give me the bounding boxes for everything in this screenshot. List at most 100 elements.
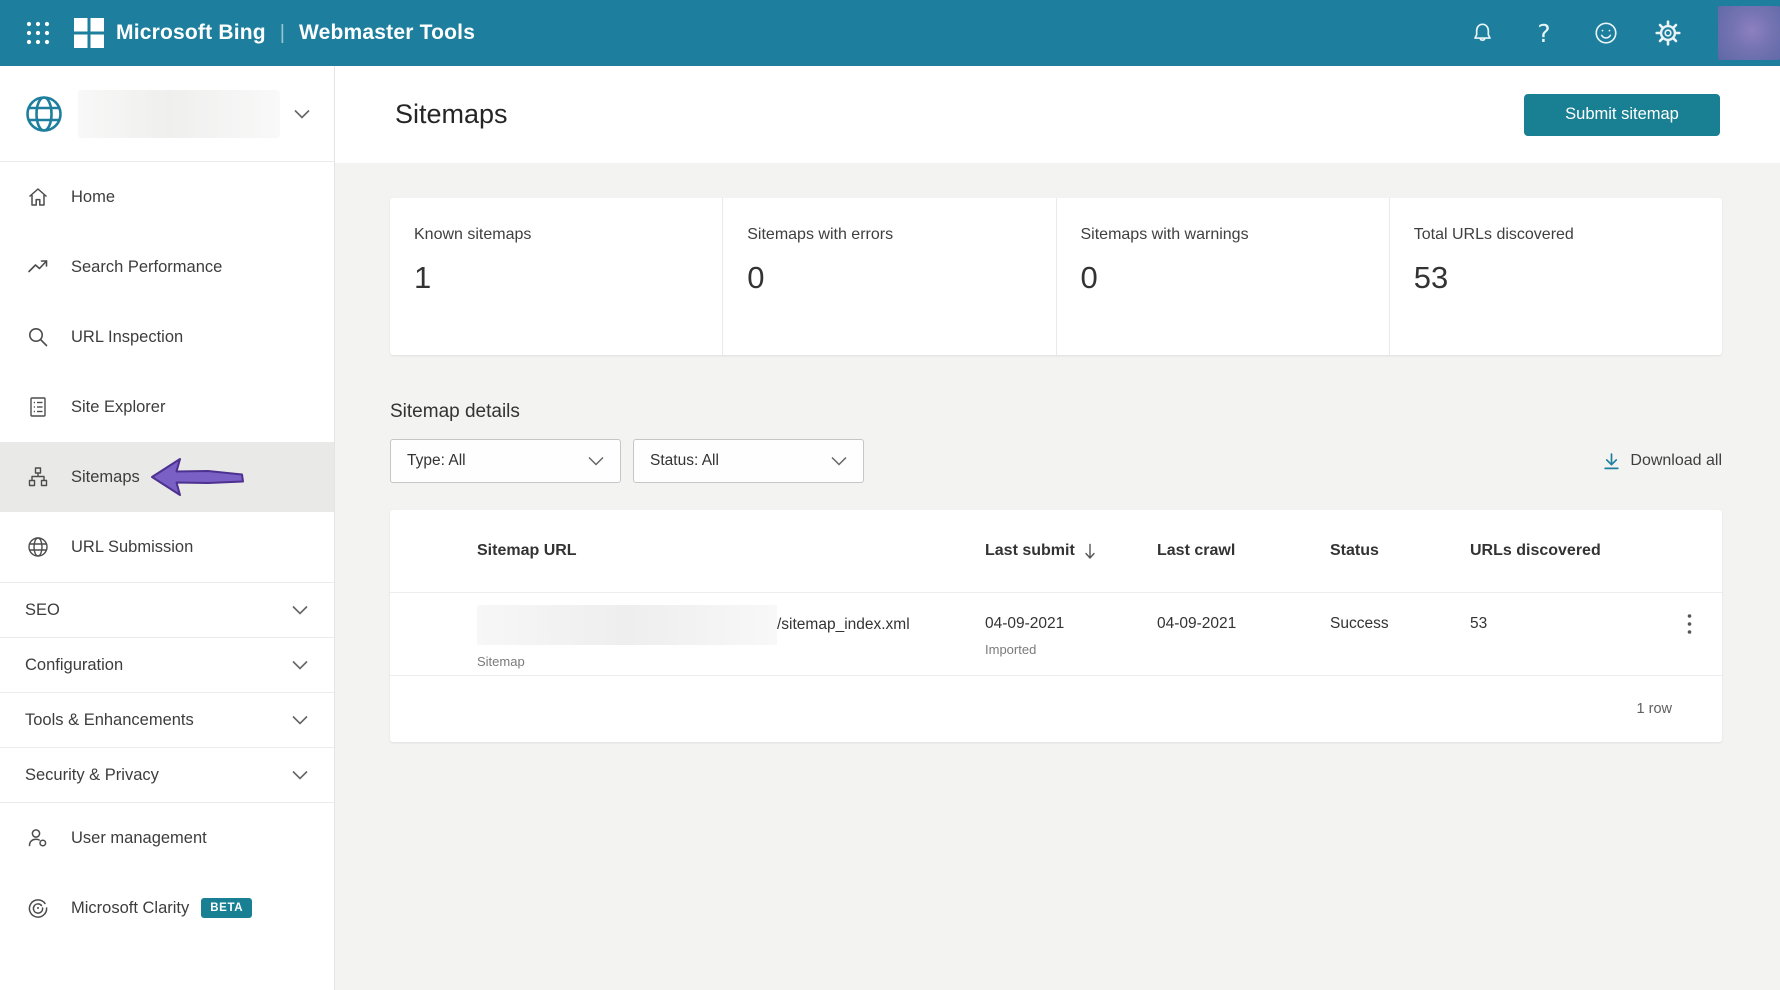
stat-value: 0 [747,260,765,295]
trend-up-icon [25,254,51,280]
globe-icon [25,534,51,560]
sidebar-item-label: Search Performance [71,257,223,276]
sidebar-group-label: Security & Privacy [25,765,159,784]
stat-card-sitemaps-with-warnings: Sitemaps with warnings 0 [1057,198,1390,355]
filters-row: Type: All Status: All Download all [390,439,1722,483]
sidebar-item-sitemaps[interactable]: Sitemaps [0,442,334,512]
top-bar: Microsoft Bing | Webmaster Tools ? [0,0,1780,66]
column-header-sitemap-url[interactable]: Sitemap URL [390,542,985,560]
sidebar-item-home[interactable]: Home [0,162,334,232]
status-filter-value: Status: All [650,452,719,469]
chevron-down-icon [292,715,308,725]
redacted-url-block [477,605,777,645]
column-header-status[interactable]: Status [1330,542,1470,560]
search-icon [25,324,51,350]
table-header-row: Sitemap URL Last submit Last crawl Statu… [390,510,1722,592]
sidebar-item-microsoft-clarity[interactable]: Microsoft Clarity BETA [0,873,334,943]
sidebar-item-site-explorer[interactable]: Site Explorer [0,372,334,442]
column-header-last-crawl[interactable]: Last crawl [1157,542,1330,560]
page-title: Sitemaps [395,99,508,129]
row-actions-kebab-icon[interactable] [1660,605,1722,635]
urls-discovered-value: 53 [1470,615,1488,632]
status-value: Success [1330,615,1389,632]
sitemap-url-cell[interactable]: /sitemap_index.xml Sitemap [390,605,985,669]
sidebar-item-url-submission[interactable]: URL Submission [0,512,334,582]
sitemap-hierarchy-icon [25,464,51,490]
column-header-label: Last submit [985,542,1075,559]
sidebar-item-label: User management [71,828,207,847]
beta-badge: BETA [201,898,253,918]
sidebar-group-seo[interactable]: SEO [0,582,334,637]
app-launcher-waffle-icon[interactable] [18,13,58,53]
sidebar-item-label: Home [71,187,116,206]
sidebar-group-tools-enhancements[interactable]: Tools & Enhancements [0,692,334,747]
stat-card-known-sitemaps: Known sitemaps 1 [390,198,724,355]
table-row: /sitemap_index.xml Sitemap 04-09-2021 Im… [390,592,1722,675]
chevron-down-icon [292,770,308,780]
stat-label: Known sitemaps [414,226,532,243]
last-crawl-date: 04-09-2021 [1157,615,1237,632]
brand-divider: | [279,21,285,44]
document-list-icon [25,394,51,420]
chevron-down-icon [292,660,308,670]
last-submit-detail: Imported [985,642,1037,657]
sitemap-url-suffix: /sitemap_index.xml [777,616,910,633]
download-icon [1602,452,1621,471]
chevron-down-icon [588,456,604,466]
brand-name[interactable]: Microsoft Bing [116,21,266,45]
sidebar-group-label: Configuration [25,655,124,674]
sidebar-item-search-performance[interactable]: Search Performance [0,232,334,302]
sidebar: Home Search Performance URL Inspection S… [0,66,335,990]
stat-label: Sitemaps with warnings [1080,226,1249,243]
site-selector[interactable] [0,66,334,162]
stat-value: 1 [414,260,432,295]
sidebar-item-url-inspection[interactable]: URL Inspection [0,302,334,372]
sidebar-item-label: URL Inspection [71,327,184,346]
user-management-icon [25,825,51,851]
help-icon[interactable]: ? [1522,11,1566,55]
status-filter-dropdown[interactable]: Status: All [633,439,864,483]
redacted-site-name [78,89,280,138]
chevron-down-icon [831,456,847,466]
annotation-arrow [150,456,246,498]
last-crawl-cell: 04-09-2021 [1157,605,1330,633]
last-submit-cell: 04-09-2021 Imported [985,605,1157,657]
page-header: Sitemaps Submit sitemap [335,66,1780,163]
microsoft-logo-icon [74,18,104,48]
download-all-label: Download all [1630,452,1722,469]
stat-label: Sitemaps with errors [747,226,894,243]
column-header-last-submit[interactable]: Last submit [985,542,1157,560]
row-count: 1 row [1636,701,1672,717]
sidebar-item-label: Sitemaps [71,467,140,486]
sidebar-group-label: SEO [25,600,60,619]
status-cell: Success [1330,605,1470,633]
sidebar-group-configuration[interactable]: Configuration [0,637,334,692]
settings-gear-icon[interactable] [1646,11,1690,55]
sidebar-item-label: Microsoft Clarity [71,898,190,917]
sidebar-item-label: URL Submission [71,537,194,556]
sort-descending-icon [1084,543,1096,560]
sidebar-item-user-management[interactable]: User management [0,803,334,873]
download-all-link[interactable]: Download all [1602,452,1722,471]
sitemap-type-label: Sitemap [477,654,525,669]
submit-sitemap-button[interactable]: Submit sitemap [1524,93,1720,136]
user-avatar[interactable] [1718,6,1780,60]
last-submit-date: 04-09-2021 [985,615,1065,632]
column-header-urls-discovered[interactable]: URLs discovered [1470,542,1660,560]
site-selector-chevron-down-icon [294,109,310,119]
sidebar-group-label: Tools & Enhancements [25,710,194,729]
sidebar-item-label: Site Explorer [71,397,166,416]
feedback-smiley-icon[interactable] [1584,11,1628,55]
main-content: Sitemaps Submit sitemap Known sitemaps 1… [335,66,1780,990]
home-icon [25,184,51,210]
microsoft-clarity-icon [25,895,51,921]
notifications-bell-icon[interactable] [1460,11,1504,55]
type-filter-dropdown[interactable]: Type: All [390,439,621,483]
site-globe-icon [24,94,64,134]
type-filter-value: Type: All [407,452,466,469]
chevron-down-icon [292,605,308,615]
stat-card-total-urls-discovered: Total URLs discovered 53 [1390,198,1722,355]
product-name[interactable]: Webmaster Tools [299,21,475,45]
sidebar-group-security-privacy[interactable]: Security & Privacy [0,747,334,802]
table-footer: 1 row [390,675,1722,742]
